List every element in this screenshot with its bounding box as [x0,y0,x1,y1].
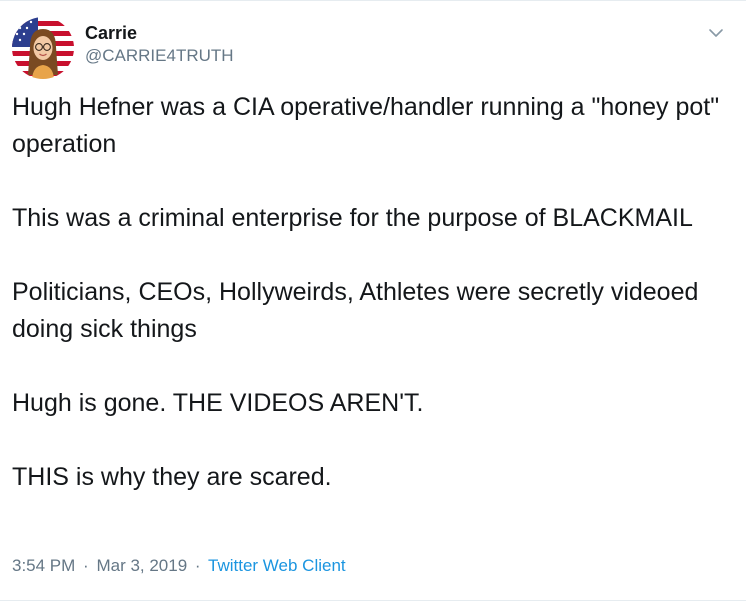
author-handle[interactable]: @CARRIE4TRUTH [85,45,234,67]
chevron-down-icon [709,29,723,37]
tweet-card: Carrie @CARRIE4TRUTH Hugh Hefner was a C… [0,0,746,601]
tweet-paragraph: Hugh Hefner was a CIA operative/handler … [12,93,720,158]
tweet-meta: 3:54 PM · Mar 3, 2019 · Twitter Web Clie… [12,555,346,577]
tweet-client-link[interactable]: Twitter Web Client [208,556,346,575]
avatar-image [12,17,74,79]
author-display-name[interactable]: Carrie [85,22,234,44]
meta-separator: · [194,556,201,575]
tweet-text: Hugh Hefner was a CIA operative/handler … [12,89,727,496]
tweet-paragraph: Politicians, CEOs, Hollyweirds, Athletes… [12,278,699,343]
tweet-paragraph: Hugh is gone. THE VIDEOS AREN'T. [12,389,424,417]
avatar[interactable] [12,17,74,79]
tweet-menu-button[interactable] [706,23,726,43]
tweet-time[interactable]: 3:54 PM [12,556,75,575]
tweet-author: Carrie @CARRIE4TRUTH [85,22,234,67]
tweet-paragraph: THIS is why they are scared. [12,463,332,491]
meta-separator: · [83,556,89,575]
tweet-date[interactable]: Mar 3, 2019 [96,556,187,575]
tweet-paragraph: This was a criminal enterprise for the p… [12,204,693,232]
